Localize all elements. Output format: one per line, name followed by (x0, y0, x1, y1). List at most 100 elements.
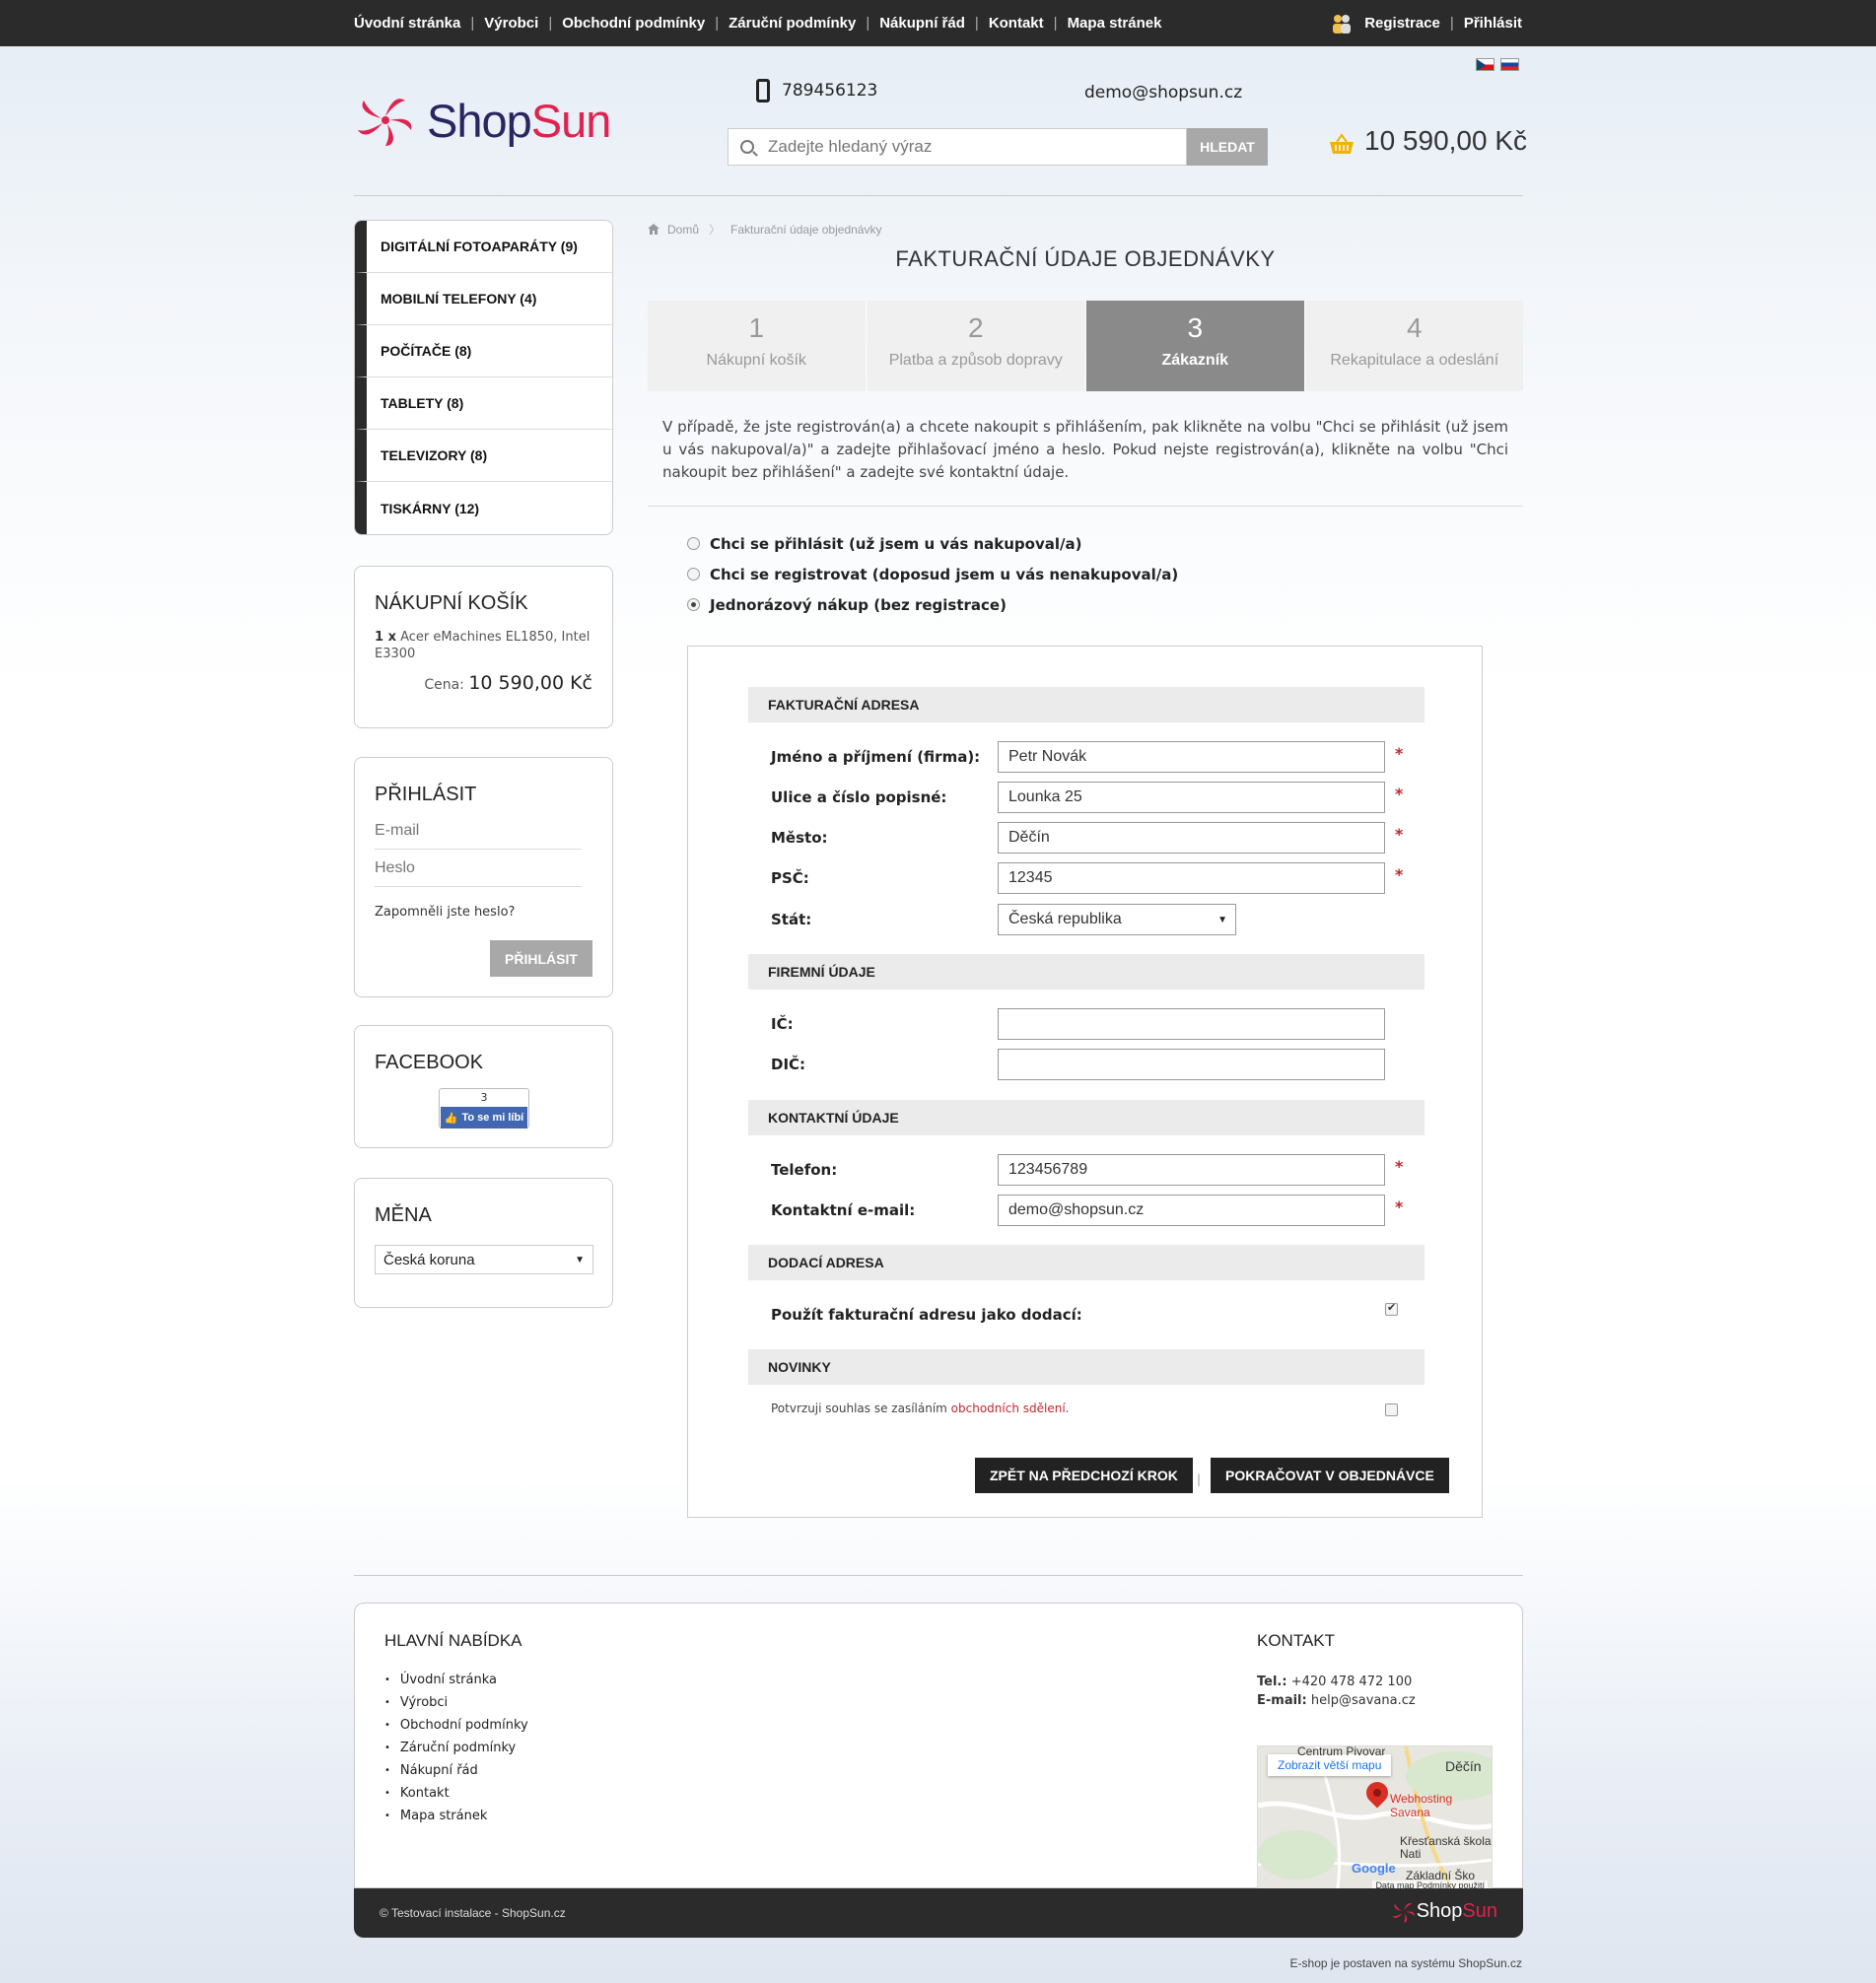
footer-link[interactable]: Úvodní stránka (384, 1669, 528, 1691)
footer-menu-title: HLAVNÍ NABÍDKA (384, 1631, 522, 1650)
currency-select[interactable]: Česká koruna ▼ (375, 1245, 593, 1274)
dropdown-arrow-icon: ▼ (575, 1254, 585, 1265)
radio-option-login[interactable]: Chci se přihlásit (už jsem u vás nakupov… (687, 528, 1178, 559)
footer-logo[interactable]: Shop Sun (1391, 1900, 1497, 1923)
login-button[interactable]: PŘIHLÁSIT (490, 940, 592, 977)
name-label: Jméno a příjmení (firma): (771, 748, 981, 766)
email-field[interactable] (998, 1195, 1385, 1226)
header-phone: 789456123 (756, 79, 877, 103)
slovak-flag-icon[interactable] (1500, 58, 1519, 71)
street-label: Ulice a číslo popisné: (771, 788, 947, 806)
location-map[interactable]: Zobrazit větší mapu Centrum Pivovar Děčí… (1257, 1745, 1493, 1893)
footer-link[interactable]: Výrobci (384, 1691, 528, 1714)
category-item[interactable]: TABLETY (8) (355, 377, 612, 430)
category-item[interactable]: TISKÁRNY (12) (355, 482, 612, 534)
nav-link-contact[interactable]: Kontakt (989, 15, 1044, 32)
radio-option-guest[interactable]: Jednorázový nákup (bez registrace) (687, 589, 1178, 620)
step-cart[interactable]: 1 Nákupní košík (648, 301, 866, 391)
section-delivery-address: DODACÍ ADRESA (748, 1245, 1424, 1280)
nav-link-sitemap[interactable]: Mapa stránek (1068, 15, 1162, 32)
basket-icon (1329, 130, 1355, 154)
facebook-like-button[interactable]: 👍 To se mi líbí (441, 1107, 527, 1128)
section-newsletter: NOVINKY (748, 1349, 1424, 1385)
row-street: Ulice a číslo popisné: * (771, 782, 1403, 813)
logo-text-sun: Sun (530, 94, 612, 147)
back-button[interactable]: ZPĚT NA PŘEDCHOZÍ KROK (975, 1458, 1193, 1493)
phone-field[interactable] (998, 1154, 1385, 1186)
country-select[interactable]: Česká republika ▼ (998, 904, 1236, 935)
radio-button[interactable] (687, 537, 700, 550)
radio-option-register[interactable]: Chci se registrovat (doposud jsem u vás … (687, 559, 1178, 589)
newsletter-checkbox[interactable] (1385, 1403, 1398, 1416)
category-item[interactable]: POČÍTAČE (8) (355, 325, 612, 377)
required-mark: * (1395, 743, 1404, 763)
step-summary[interactable]: 4 Rekapitulace a odeslání (1305, 301, 1523, 391)
country-label: Stát: (771, 911, 812, 928)
shopsun-logo[interactable]: ShopSun (354, 91, 620, 150)
copyright-bar: © Testovací instalace - ShopSun.cz Shop S… (354, 1888, 1523, 1938)
facebook-like-widget[interactable]: 3 👍 To se mi líbí (439, 1088, 529, 1128)
header-cart[interactable]: 10 590,00 Kč (1329, 125, 1527, 157)
radio-button[interactable] (687, 568, 700, 581)
purchase-mode-options: Chci se přihlásit (už jsem u vás nakupov… (687, 528, 1178, 620)
forgot-password-link[interactable]: Zapomněli jste heslo? (375, 905, 592, 920)
footer: HLAVNÍ NABÍDKA Úvodní stránka Výrobci Ob… (354, 1603, 1523, 1893)
footer-link[interactable]: Mapa stránek (384, 1805, 528, 1827)
commercial-messages-link[interactable]: obchodních sdělení (951, 1402, 1066, 1415)
footer-link[interactable]: Záruční podmínky (384, 1737, 528, 1759)
footer-phone: Tel.: +420 478 472 100 (1257, 1675, 1413, 1689)
sun-logo-icon (1392, 1902, 1415, 1923)
facebook-box: FACEBOOK 3 👍 To se mi líbí (354, 1025, 613, 1148)
login-password-field[interactable] (375, 850, 582, 887)
register-link[interactable]: Registrace (1364, 15, 1440, 32)
dic-field[interactable] (998, 1049, 1385, 1080)
cart-box-item[interactable]: 1 x Acer eMachines EL1850, Intel E3300 (375, 629, 592, 662)
powered-by-text[interactable]: E-shop je postaven na systému ShopSun.cz (1290, 1956, 1522, 1970)
required-mark: * (1395, 824, 1404, 844)
street-field[interactable] (998, 782, 1385, 813)
login-email-field[interactable] (375, 812, 582, 850)
footer-link[interactable]: Obchodní podmínky (384, 1714, 528, 1737)
nav-link-shopping-rules[interactable]: Nákupní řád (879, 15, 965, 32)
facebook-like-count: 3 (480, 1091, 488, 1104)
footer-main-menu: HLAVNÍ NABÍDKA Úvodní stránka Výrobci Ob… (384, 1631, 528, 1827)
map-label: Děčín (1445, 1758, 1482, 1774)
category-item[interactable]: TELEVIZORY (8) (355, 430, 612, 482)
customer-form: FAKTURAČNÍ ADRESA Jméno a příjmení (firm… (687, 646, 1483, 1518)
radio-button-selected[interactable] (687, 598, 700, 611)
info-divider (648, 506, 1523, 507)
nav-link-home[interactable]: Úvodní stránka (354, 15, 460, 32)
step-customer[interactable]: 3 Zákazník (1086, 301, 1304, 391)
breadcrumb-home[interactable]: Domů (667, 223, 699, 237)
same-address-checkbox[interactable] (1385, 1301, 1398, 1316)
search-input[interactable] (768, 137, 1162, 157)
nav-link-warranty[interactable]: Záruční podmínky (729, 15, 856, 32)
zip-field[interactable] (998, 862, 1385, 894)
footer-link[interactable]: Nákupní řád (384, 1759, 528, 1782)
footer-link[interactable]: Kontakt (384, 1782, 528, 1805)
breadcrumb-separator-icon: 〉 (709, 223, 722, 237)
header-email[interactable]: demo@shopsun.cz (1084, 83, 1242, 103)
row-ic: IČ: (771, 1008, 1385, 1040)
row-email: Kontaktní e-mail: * (771, 1195, 1403, 1226)
nav-link-manufacturers[interactable]: Výrobci (484, 15, 538, 32)
category-item[interactable]: DIGITÁLNÍ FOTOAPARÁTY (9) (355, 221, 612, 273)
continue-button[interactable]: POKRAČOVAT V OBJEDNÁVCE (1211, 1458, 1449, 1493)
dropdown-arrow-icon: ▼ (1217, 914, 1227, 925)
phone-label: Telefon: (771, 1161, 838, 1179)
login-link[interactable]: Přihlásit (1464, 15, 1522, 32)
step-payment-shipping[interactable]: 2 Platba a způsob dopravy (867, 301, 1084, 391)
phone-number: 789456123 (782, 81, 878, 101)
required-mark: * (1395, 1156, 1404, 1176)
city-field[interactable] (998, 822, 1385, 854)
name-field[interactable] (998, 741, 1385, 773)
login-box: PŘIHLÁSIT Zapomněli jste heslo? PŘIHLÁSI… (354, 757, 613, 997)
delivery-label: Použít fakturační adresu jako dodací: (771, 1306, 1082, 1324)
nav-link-terms[interactable]: Obchodní podmínky (562, 15, 705, 32)
map-label: Centrum Pivovar (1297, 1745, 1386, 1758)
search-button[interactable]: HLEDAT (1187, 128, 1268, 166)
czech-flag-icon[interactable] (1476, 58, 1494, 71)
category-item[interactable]: MOBILNÍ TELEFONY (4) (355, 273, 612, 325)
ic-field[interactable] (998, 1008, 1385, 1040)
top-navigation: Úvodní stránka | Výrobci | Obchodní podmín… (354, 15, 1162, 32)
